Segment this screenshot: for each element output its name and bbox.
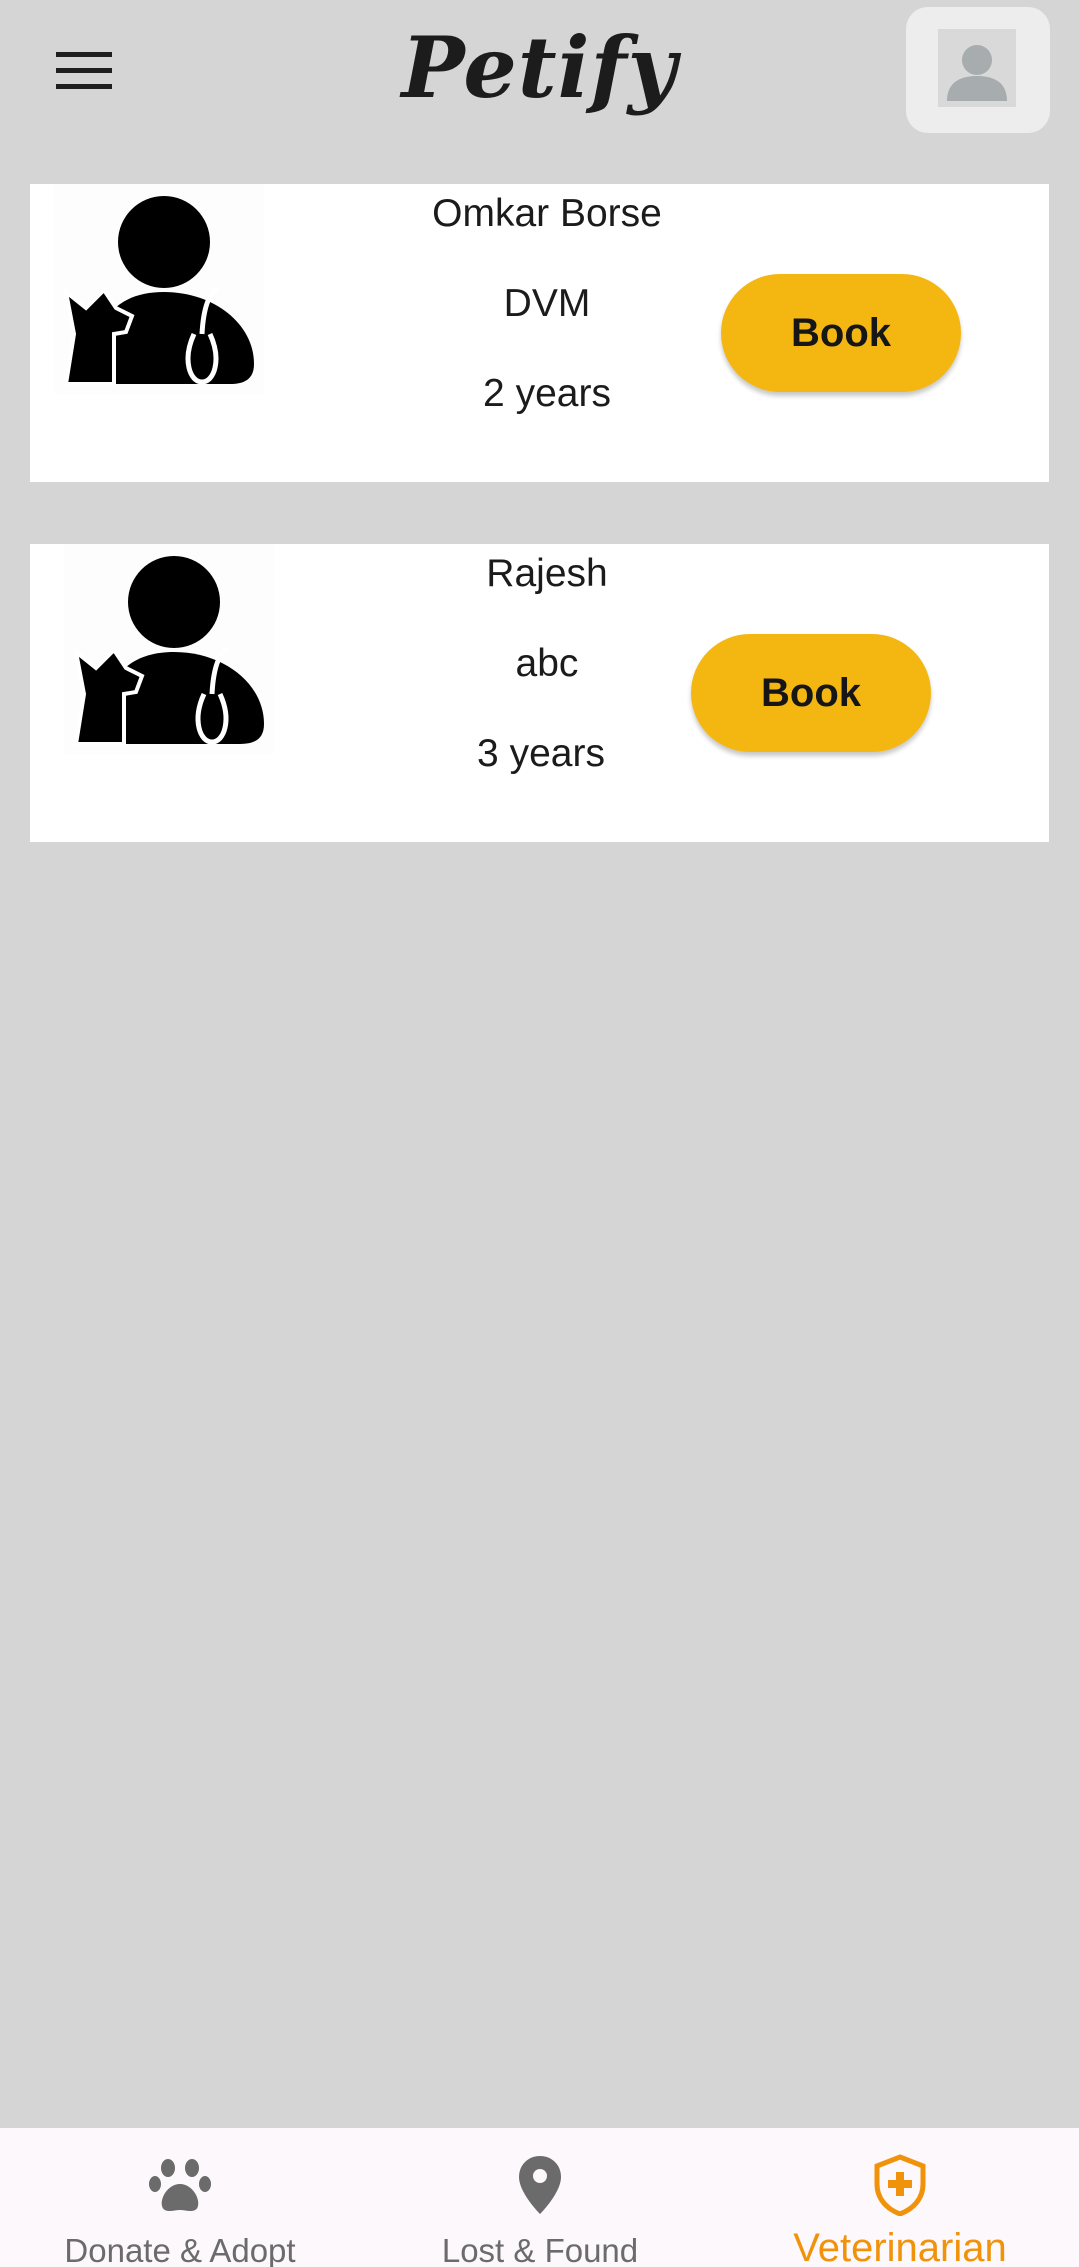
tab-label: Veterinarian [793, 2226, 1007, 2267]
vet-degree: DVM [503, 282, 591, 325]
veterinarian-icon [64, 544, 274, 754]
location-pin-icon [519, 2156, 561, 2214]
vet-name: Omkar Borse [432, 192, 662, 235]
profile-button[interactable] [906, 7, 1050, 133]
person-avatar-icon [938, 29, 1016, 107]
veterinarian-icon [54, 184, 264, 394]
paw-icon [149, 2159, 211, 2211]
vet-degree: abc [515, 642, 579, 685]
tab-veterinarian[interactable]: Veterinarian [720, 2128, 1079, 2267]
app-bar: Petify [0, 0, 1079, 150]
vet-name: Rajesh [486, 552, 608, 595]
tab-lost-found[interactable]: Lost & Found [360, 2128, 720, 2267]
vet-card: Rajesh abc 3 years Book [30, 544, 1049, 842]
book-button[interactable]: Book [691, 634, 931, 752]
bottom-navigation-bar: Donate & Adopt Lost & Found Veterinarian [0, 2128, 1079, 2267]
vet-card: Omkar Borse DVM 2 years Book [30, 184, 1049, 482]
vet-experience: 2 years [483, 372, 611, 415]
tab-label: Lost & Found [441, 2232, 639, 2267]
tab-donate-adopt[interactable]: Donate & Adopt [0, 2128, 360, 2267]
book-button[interactable]: Book [721, 274, 961, 392]
tab-label: Donate & Adopt [64, 2232, 296, 2267]
shield-plus-icon [874, 2154, 926, 2216]
vet-experience: 3 years [477, 732, 605, 775]
